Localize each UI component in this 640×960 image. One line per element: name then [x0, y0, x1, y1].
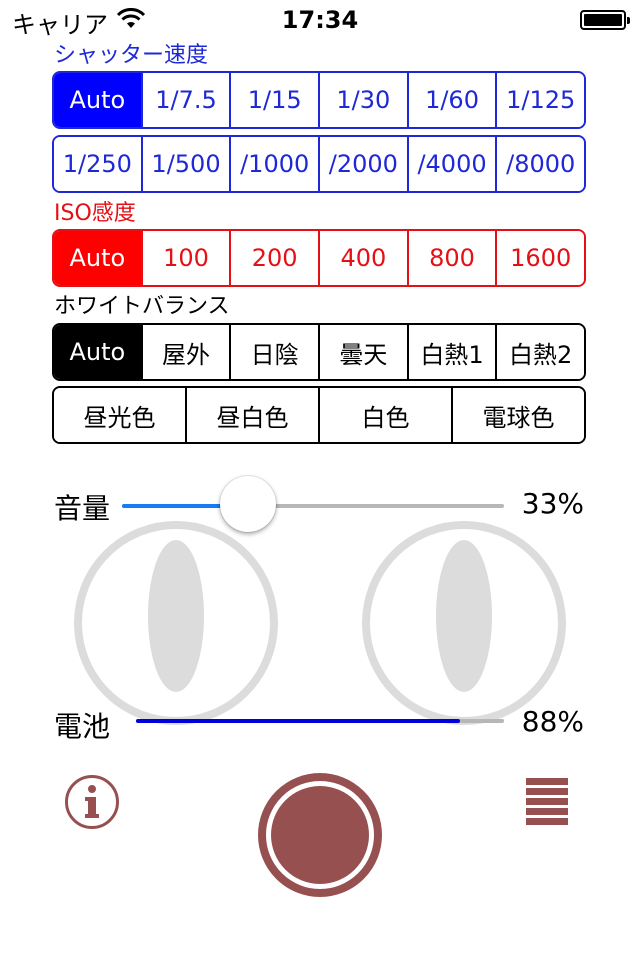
white-balance-option[interactable]: 白色 [318, 388, 451, 442]
cat-eye-icon [74, 521, 278, 725]
shutter-option[interactable]: /2000 [318, 137, 407, 191]
iso-option[interactable]: 400 [318, 231, 407, 285]
info-icon[interactable] [64, 774, 120, 830]
white-balance-option[interactable]: 屋外 [140, 325, 230, 379]
shutter-option[interactable]: Auto [54, 73, 141, 127]
white-balance-option[interactable]: 日陰 [229, 325, 319, 379]
shutter-option[interactable]: 1/500 [140, 137, 230, 191]
white-balance-option[interactable]: Auto [54, 325, 141, 379]
iso-label: ISO感度 [54, 201, 136, 226]
battery-meter-fill [136, 719, 460, 723]
menu-icon[interactable] [526, 778, 568, 826]
battery-meter [136, 719, 504, 723]
white-balance-control-row2: 昼光色 昼白色 白色 電球色 [52, 386, 586, 444]
shutter-option[interactable]: 1/30 [318, 73, 407, 127]
iso-option[interactable]: 1600 [495, 231, 584, 285]
shutter-option[interactable]: /8000 [495, 137, 584, 191]
shutter-option[interactable]: 1/250 [54, 137, 141, 191]
battery-value: 88% [521, 705, 584, 738]
iso-option[interactable]: 800 [406, 231, 496, 285]
white-balance-option[interactable]: 曇天 [318, 325, 407, 379]
volume-value: 33% [521, 487, 584, 520]
shutter-speed-control-row2: 1/250 1/500 /1000 /2000 /4000 /8000 [52, 135, 586, 193]
white-balance-option[interactable]: 電球色 [451, 388, 584, 442]
white-balance-label: ホワイトバランス [54, 294, 230, 319]
white-balance-option[interactable]: 白熱2 [495, 325, 584, 379]
shutter-option[interactable]: 1/60 [406, 73, 496, 127]
shutter-option[interactable]: /1000 [229, 137, 319, 191]
white-balance-option[interactable]: 白熱1 [406, 325, 496, 379]
iso-option[interactable]: Auto [54, 231, 141, 285]
white-balance-option[interactable]: 昼白色 [185, 388, 318, 442]
white-balance-control-row1: Auto 屋外 日陰 曇天 白熱1 白熱2 [52, 323, 586, 381]
shutter-option[interactable]: /4000 [406, 137, 496, 191]
volume-slider[interactable] [122, 476, 504, 532]
iso-control: Auto 100 200 400 800 1600 [52, 229, 586, 287]
shutter-option[interactable]: 1/125 [495, 73, 584, 127]
battery-icon [580, 10, 630, 30]
white-balance-option[interactable]: 昼光色 [54, 388, 185, 442]
status-time: 17:34 [281, 6, 359, 34]
shutter-option[interactable]: 1/15 [229, 73, 319, 127]
iso-option[interactable]: 100 [140, 231, 230, 285]
battery-label: 電池 [54, 710, 111, 743]
iso-option[interactable]: 200 [229, 231, 319, 285]
shutter-speed-control-row1: Auto 1/7.5 1/15 1/30 1/60 1/125 [52, 71, 586, 129]
status-bar: キャリア 17:34 [0, 0, 640, 40]
shutter-speed-label: シャッター速度 [54, 43, 209, 68]
cat-eye-icon [362, 521, 566, 725]
shutter-button-icon[interactable] [256, 771, 384, 899]
shutter-option[interactable]: 1/7.5 [140, 73, 230, 127]
